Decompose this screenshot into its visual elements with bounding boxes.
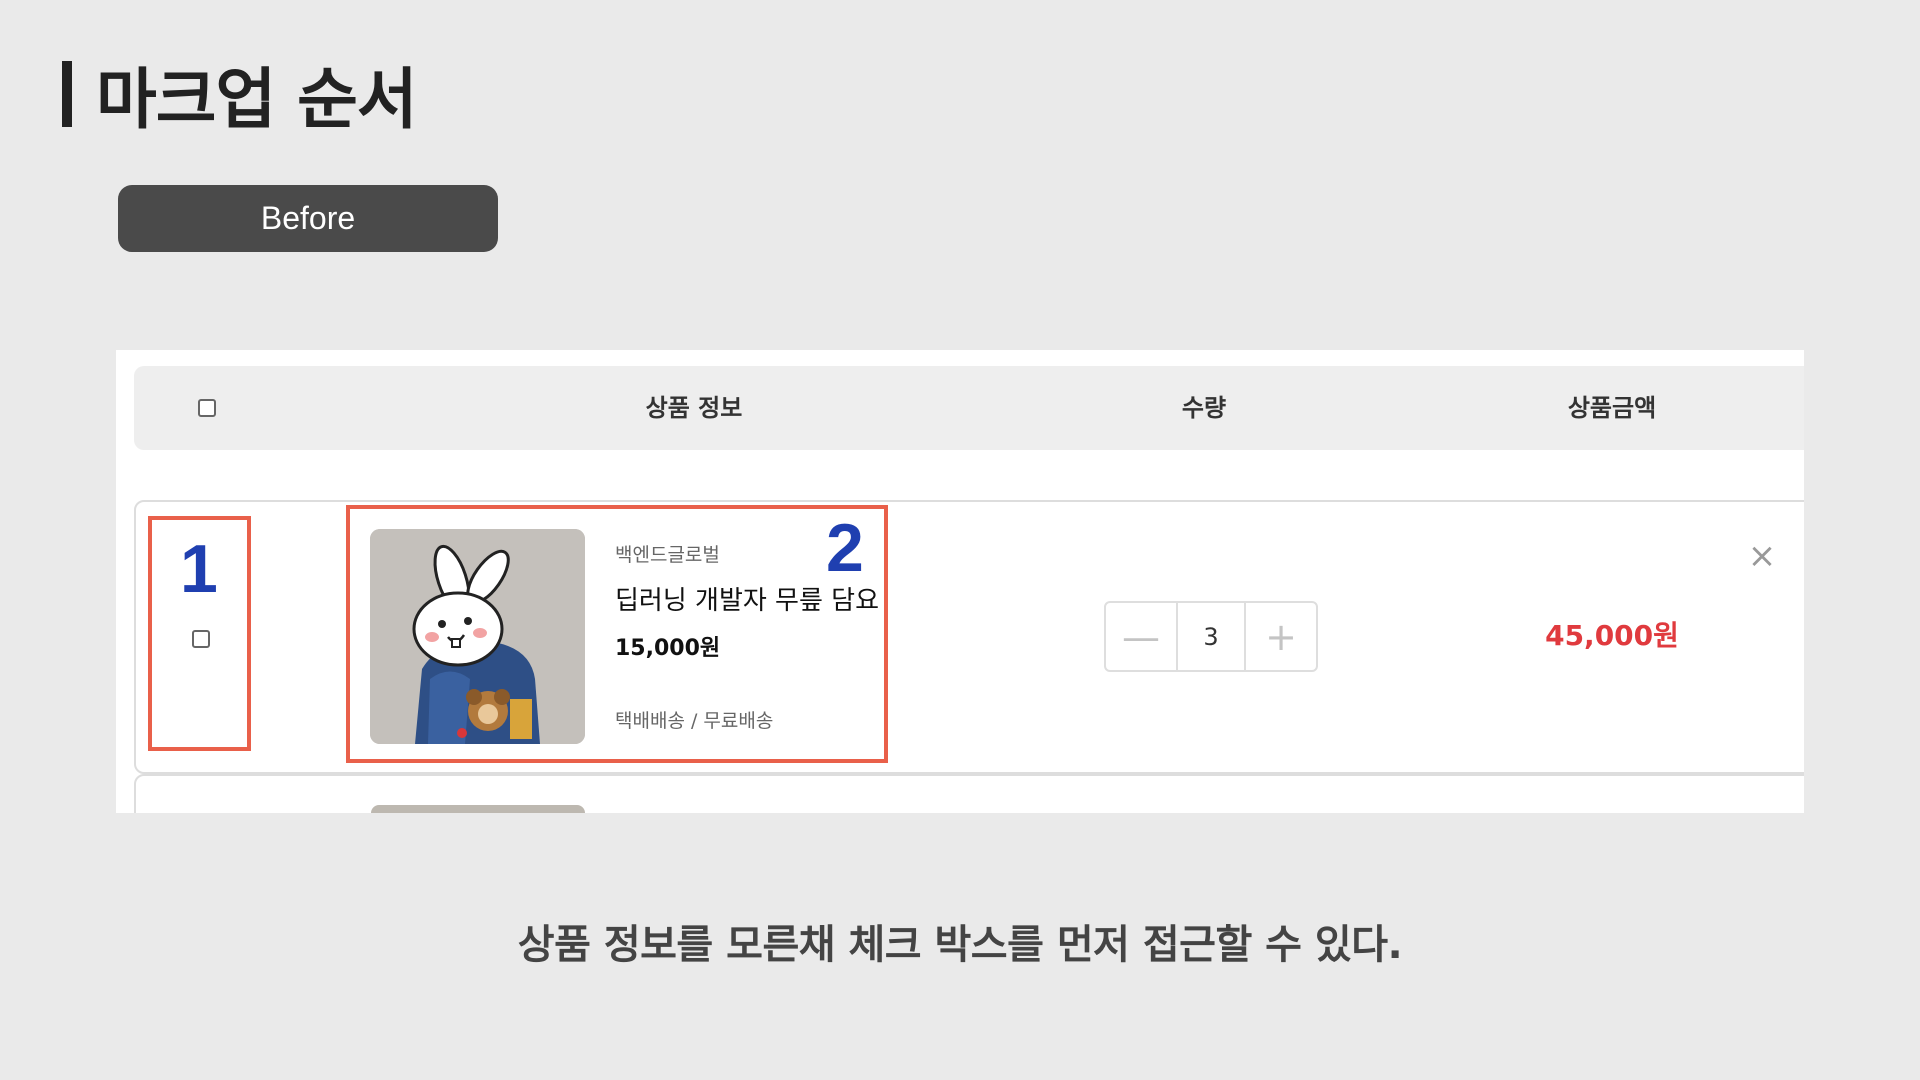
slide-heading: 마크업 순서	[62, 56, 418, 138]
header-quantity: 수량	[1181, 394, 1227, 422]
annotation-number-2: 2	[826, 510, 864, 586]
close-icon[interactable]: ×	[1746, 539, 1778, 573]
heading-accent-bar	[62, 61, 72, 127]
annotation-number-1: 1	[180, 531, 218, 607]
before-label: Before	[118, 185, 498, 252]
cart-table-header: 상품 정보 수량 상품금액	[134, 366, 1804, 450]
select-all-checkbox[interactable]	[198, 399, 216, 417]
annotation-box-2	[346, 505, 888, 763]
header-product-info: 상품 정보	[645, 394, 743, 422]
quantity-stepper: — 3 +	[1104, 601, 1318, 672]
slide-caption: 상품 정보를 모른채 체크 박스를 먼저 접근할 수 있다.	[517, 922, 1403, 968]
line-total-text: 45,000원	[1545, 619, 1679, 652]
quantity-value[interactable]: 3	[1176, 603, 1246, 670]
minus-icon[interactable]: —	[1106, 603, 1176, 670]
plus-icon[interactable]: +	[1246, 603, 1316, 670]
next-item-thumbnail	[371, 805, 585, 813]
header-price: 상품금액	[1567, 394, 1657, 422]
page-title: 마크업 순서	[96, 61, 418, 138]
